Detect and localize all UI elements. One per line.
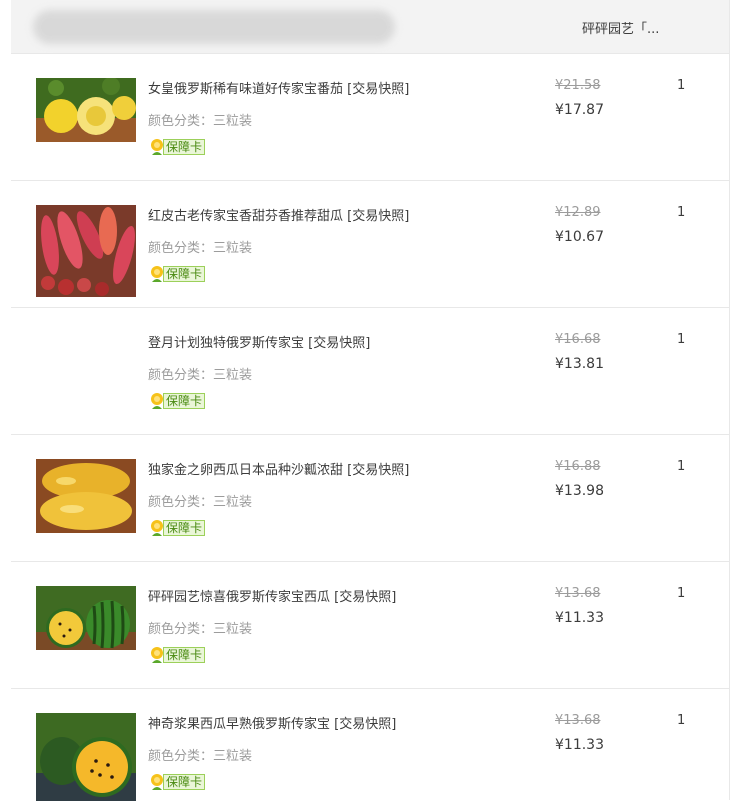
product-title-link[interactable]: 登月计划独特俄罗斯传家宝 [交易快照] [148, 332, 370, 351]
product-thumbnail[interactable] [36, 78, 136, 142]
watermelon-image [36, 586, 136, 650]
yellow-tomato-image [36, 78, 136, 142]
product-variant: 颜色分类：三粒装 [148, 241, 253, 256]
product-title-link[interactable]: 红皮古老传家宝香甜芬香推荐甜瓜 [交易快照] [148, 205, 409, 224]
product-thumbnail[interactable] [36, 205, 136, 297]
original-price: ¥13.68 [555, 713, 601, 728]
product-variant: 颜色分类：三粒装 [148, 749, 253, 764]
product-thumbnail[interactable] [36, 586, 136, 650]
golden-egg-watermelon-image [36, 459, 136, 533]
quantity: 1 [677, 713, 686, 728]
order-item-row: 砰砰园艺惊喜俄罗斯传家宝西瓜 [交易快照] 颜色分类：三粒装 保障卡 ¥13.6… [11, 561, 730, 688]
guarantee-card-label: 保障卡 [163, 774, 206, 790]
product-thumbnail[interactable] [36, 459, 136, 533]
guarantee-card-label: 保障卡 [163, 139, 206, 155]
original-price: ¥12.89 [555, 205, 601, 220]
original-price: ¥21.58 [555, 78, 601, 93]
product-variant: 颜色分类：三粒装 [148, 114, 253, 129]
quantity: 1 [677, 332, 686, 347]
order-item-row: 独家金之卵西瓜日本品种沙瓤浓甜 [交易快照] 颜色分类：三粒装 保障卡 ¥16.… [11, 434, 730, 561]
guarantee-card-label: 保障卡 [163, 266, 206, 282]
sale-price: ¥10.67 [555, 229, 604, 245]
guarantee-card-label: 保障卡 [163, 393, 206, 409]
order-item-row: 神奇浆果西瓜早熟俄罗斯传家宝 [交易快照] 颜色分类：三粒装 保障卡 ¥13.6… [11, 688, 730, 801]
yellow-watermelon-image [36, 713, 136, 801]
sale-price: ¥11.33 [555, 737, 604, 753]
blurred-order-info [33, 10, 395, 44]
guarantee-card-badge[interactable]: 保障卡 [149, 392, 206, 410]
order-item-list: 砰砰园艺「... 女皇俄罗斯稀有味道好传家宝番茄 [交易快照] 颜色分类：三粒装… [0, 0, 730, 801]
guarantee-card-label: 保障卡 [163, 520, 206, 536]
product-title-link[interactable]: 神奇浆果西瓜早熟俄罗斯传家宝 [交易快照] [148, 713, 396, 732]
guarantee-card-badge[interactable]: 保障卡 [149, 265, 206, 283]
product-title-link[interactable]: 砰砰园艺惊喜俄罗斯传家宝西瓜 [交易快照] [148, 586, 396, 605]
guarantee-card-badge[interactable]: 保障卡 [149, 646, 206, 664]
order-item-row: 女皇俄罗斯稀有味道好传家宝番茄 [交易快照] 颜色分类：三粒装 保障卡 ¥21.… [11, 53, 730, 180]
guarantee-card-badge[interactable]: 保障卡 [149, 519, 206, 537]
product-variant: 颜色分类：三粒装 [148, 368, 253, 383]
original-price: ¥16.68 [555, 332, 601, 347]
quantity: 1 [677, 459, 686, 474]
product-title-link[interactable]: 女皇俄罗斯稀有味道好传家宝番茄 [交易快照] [148, 78, 409, 97]
product-thumbnail[interactable] [36, 713, 136, 801]
guarantee-card-badge[interactable]: 保障卡 [149, 773, 206, 791]
order-item-row: 红皮古老传家宝香甜芬香推荐甜瓜 [交易快照] 颜色分类：三粒装 保障卡 ¥12.… [11, 180, 730, 307]
sale-price: ¥11.33 [555, 610, 604, 626]
sale-price: ¥13.81 [555, 356, 604, 372]
product-thumbnail-empty[interactable] [36, 332, 136, 396]
quantity: 1 [677, 586, 686, 601]
shop-name-link[interactable]: 砰砰园艺「... [582, 18, 659, 37]
order-header: 砰砰园艺「... [11, 0, 730, 54]
product-title-link[interactable]: 独家金之卵西瓜日本品种沙瓤浓甜 [交易快照] [148, 459, 409, 478]
original-price: ¥16.88 [555, 459, 601, 474]
original-price: ¥13.68 [555, 586, 601, 601]
order-item-row: 登月计划独特俄罗斯传家宝 [交易快照] 颜色分类：三粒装 保障卡 ¥16.68 … [11, 307, 730, 434]
red-melon-image [36, 205, 136, 297]
product-variant: 颜色分类：三粒装 [148, 622, 253, 637]
quantity: 1 [677, 205, 686, 220]
guarantee-card-label: 保障卡 [163, 647, 206, 663]
quantity: 1 [677, 78, 686, 93]
product-variant: 颜色分类：三粒装 [148, 495, 253, 510]
sale-price: ¥13.98 [555, 483, 604, 499]
guarantee-card-badge[interactable]: 保障卡 [149, 138, 206, 156]
sale-price: ¥17.87 [555, 102, 604, 118]
